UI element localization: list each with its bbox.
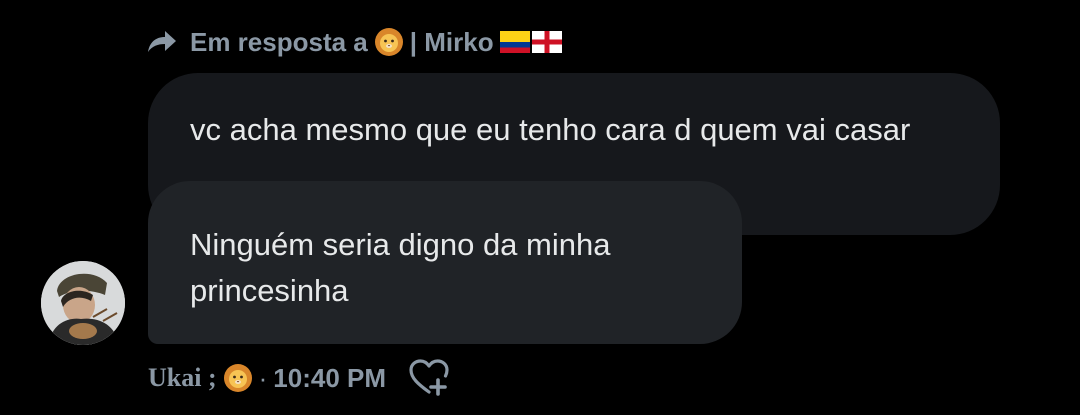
meta-separator-dot: · — [258, 362, 268, 393]
england-flag-icon — [531, 31, 562, 53]
reply-arrow-icon — [148, 31, 176, 52]
reply-prefix: Em resposta a — [190, 26, 368, 57]
message-timestamp: 10:40 PM — [273, 362, 387, 393]
heart-plus-icon[interactable] — [408, 359, 450, 397]
lion-face-icon — [374, 28, 403, 56]
message-text: Ninguém seria digno da minha princesinha — [190, 227, 611, 308]
colombia-flag-icon — [499, 31, 530, 53]
avatar-photo — [41, 261, 125, 345]
message-meta: Ukai ; · 10:40 PM — [148, 359, 450, 397]
lion-face-icon — [223, 364, 252, 392]
reply-context[interactable]: Em resposta a | Mirko — [146, 26, 562, 58]
sender-name: Ukai ; — [148, 363, 217, 392]
reply-to-name: | Mirko — [409, 26, 494, 57]
quoted-message-text: vc acha mesmo que eu tenho cara d quem v… — [190, 112, 911, 147]
avatar[interactable] — [41, 261, 125, 345]
reply-flags — [499, 31, 562, 53]
